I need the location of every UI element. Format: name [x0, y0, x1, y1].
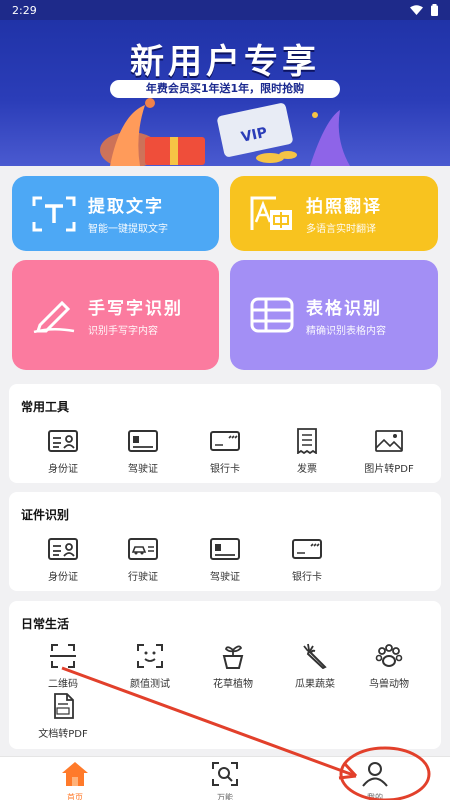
card-table-recognition[interactable]: 表格识别精确识别表格内容	[230, 260, 438, 370]
tool-bank-card[interactable]: 银行卡	[183, 428, 267, 475]
tool-label: 驾驶证	[128, 464, 158, 475]
tool-driver-license[interactable]: 驾驶证	[183, 536, 267, 583]
nav-profile[interactable]: 我的	[335, 761, 415, 800]
card-subtitle: 识别手写字内容	[88, 325, 158, 337]
tool-id-card[interactable]: 身份证	[21, 428, 105, 475]
tool-label: 图片转PDF	[364, 464, 414, 475]
handwriting-pen-icon	[33, 300, 75, 333]
image-to-pdf-icon	[375, 430, 403, 452]
tool-label: 颜值测试	[130, 679, 170, 690]
section-title: 证件识别	[21, 508, 70, 522]
tool-face-test[interactable]: 颜值测试	[108, 643, 192, 690]
card-subtitle: 多语言实时翻译	[306, 224, 376, 235]
id-card-icon	[48, 538, 78, 560]
home-icon	[62, 762, 88, 786]
tool-label: 身份证	[48, 572, 78, 583]
invoice-icon	[297, 428, 317, 454]
nav-home[interactable]: 首页	[35, 761, 115, 800]
card-title: 表格识别	[306, 298, 382, 319]
wifi-icon	[410, 5, 423, 15]
tool-label: 发票	[297, 464, 317, 475]
carrot-icon	[303, 643, 327, 669]
driver-license-icon	[128, 430, 158, 452]
card-title: 提取文字	[88, 197, 164, 217]
card-title: 手写字识别	[88, 298, 183, 319]
banner-illustration: VIP	[100, 98, 350, 166]
promo-banner[interactable]: 新用户专享 年费会员买1年送1年，限时抢购 VIP	[0, 20, 450, 166]
tool-label: 行驶证	[128, 572, 158, 583]
user-profile-icon	[362, 762, 388, 787]
paw-icon	[375, 644, 403, 667]
section-title: 常用工具	[21, 400, 70, 414]
card-subtitle: 精确识别表格内容	[306, 325, 386, 337]
section-common-tools: 常用工具 身份证 驾驶证 银行卡 发票 图片转PDF	[9, 384, 441, 483]
section-title: 日常生活	[21, 617, 70, 631]
nav-label: 万能	[217, 793, 233, 800]
bottom-navigation: 首页 万能 我的	[0, 756, 450, 800]
tool-vehicle-license[interactable]: 行驶证	[101, 536, 185, 583]
driver-license-icon	[210, 538, 240, 560]
document-pdf-icon	[54, 693, 74, 719]
tool-driver-license[interactable]: 驾驶证	[101, 428, 185, 475]
tool-qr-code[interactable]: 二维码	[21, 643, 105, 690]
tool-label: 文档转PDF	[38, 729, 88, 740]
plant-pot-icon	[222, 645, 244, 669]
section-daily-life: 日常生活 二维码 颜值测试 花草植物 瓜果蔬菜 鸟兽动物 文档转PDF	[9, 601, 441, 749]
tool-label: 花草植物	[213, 679, 253, 690]
battery-icon	[431, 4, 438, 16]
id-card-icon	[48, 430, 78, 452]
tool-invoice[interactable]: 发票	[265, 428, 349, 475]
card-title: 拍照翻译	[306, 197, 382, 217]
text-extract-icon	[32, 196, 76, 231]
table-grid-icon	[250, 297, 294, 333]
tool-label: 鸟兽动物	[369, 679, 409, 690]
translate-icon	[250, 196, 292, 230]
scan-search-icon	[212, 762, 238, 786]
tool-label: 二维码	[48, 679, 78, 690]
nav-label: 首页	[67, 793, 83, 800]
tool-plants[interactable]: 花草植物	[191, 643, 275, 690]
tool-label: 瓜果蔬菜	[295, 679, 335, 690]
nav-universal[interactable]: 万能	[185, 761, 265, 800]
tool-label: 银行卡	[210, 464, 240, 475]
status-time: 2:29	[12, 3, 37, 17]
card-text-extract[interactable]: 提取文字智能一键提取文字	[12, 176, 219, 251]
vehicle-license-icon	[128, 538, 158, 560]
bank-card-icon	[210, 431, 240, 451]
tool-fruits-vegetables[interactable]: 瓜果蔬菜	[273, 643, 357, 690]
tool-document-to-pdf[interactable]: 文档转PDF	[21, 693, 105, 740]
tool-image-to-pdf[interactable]: 图片转PDF	[347, 428, 431, 475]
tool-label: 银行卡	[292, 572, 322, 583]
card-subtitle: 智能一键提取文字	[88, 224, 168, 235]
card-handwriting[interactable]: 手写字识别识别手写字内容	[12, 260, 219, 370]
section-certificate: 证件识别 身份证 行驶证 驾驶证 银行卡	[9, 492, 441, 591]
face-scan-icon	[137, 644, 163, 668]
status-bar: 2:29	[0, 0, 450, 20]
banner-title: 新用户专享	[130, 42, 320, 82]
tool-label: 身份证	[48, 464, 78, 475]
tool-animals[interactable]: 鸟兽动物	[347, 643, 431, 690]
tool-id-card[interactable]: 身份证	[21, 536, 105, 583]
bank-card-icon	[292, 539, 322, 559]
card-photo-translate[interactable]: 拍照翻译多语言实时翻译	[230, 176, 438, 251]
nav-label: 我的	[367, 793, 383, 800]
qr-scan-icon	[50, 644, 76, 668]
tool-label: 驾驶证	[210, 572, 240, 583]
tool-bank-card[interactable]: 银行卡	[265, 536, 349, 583]
